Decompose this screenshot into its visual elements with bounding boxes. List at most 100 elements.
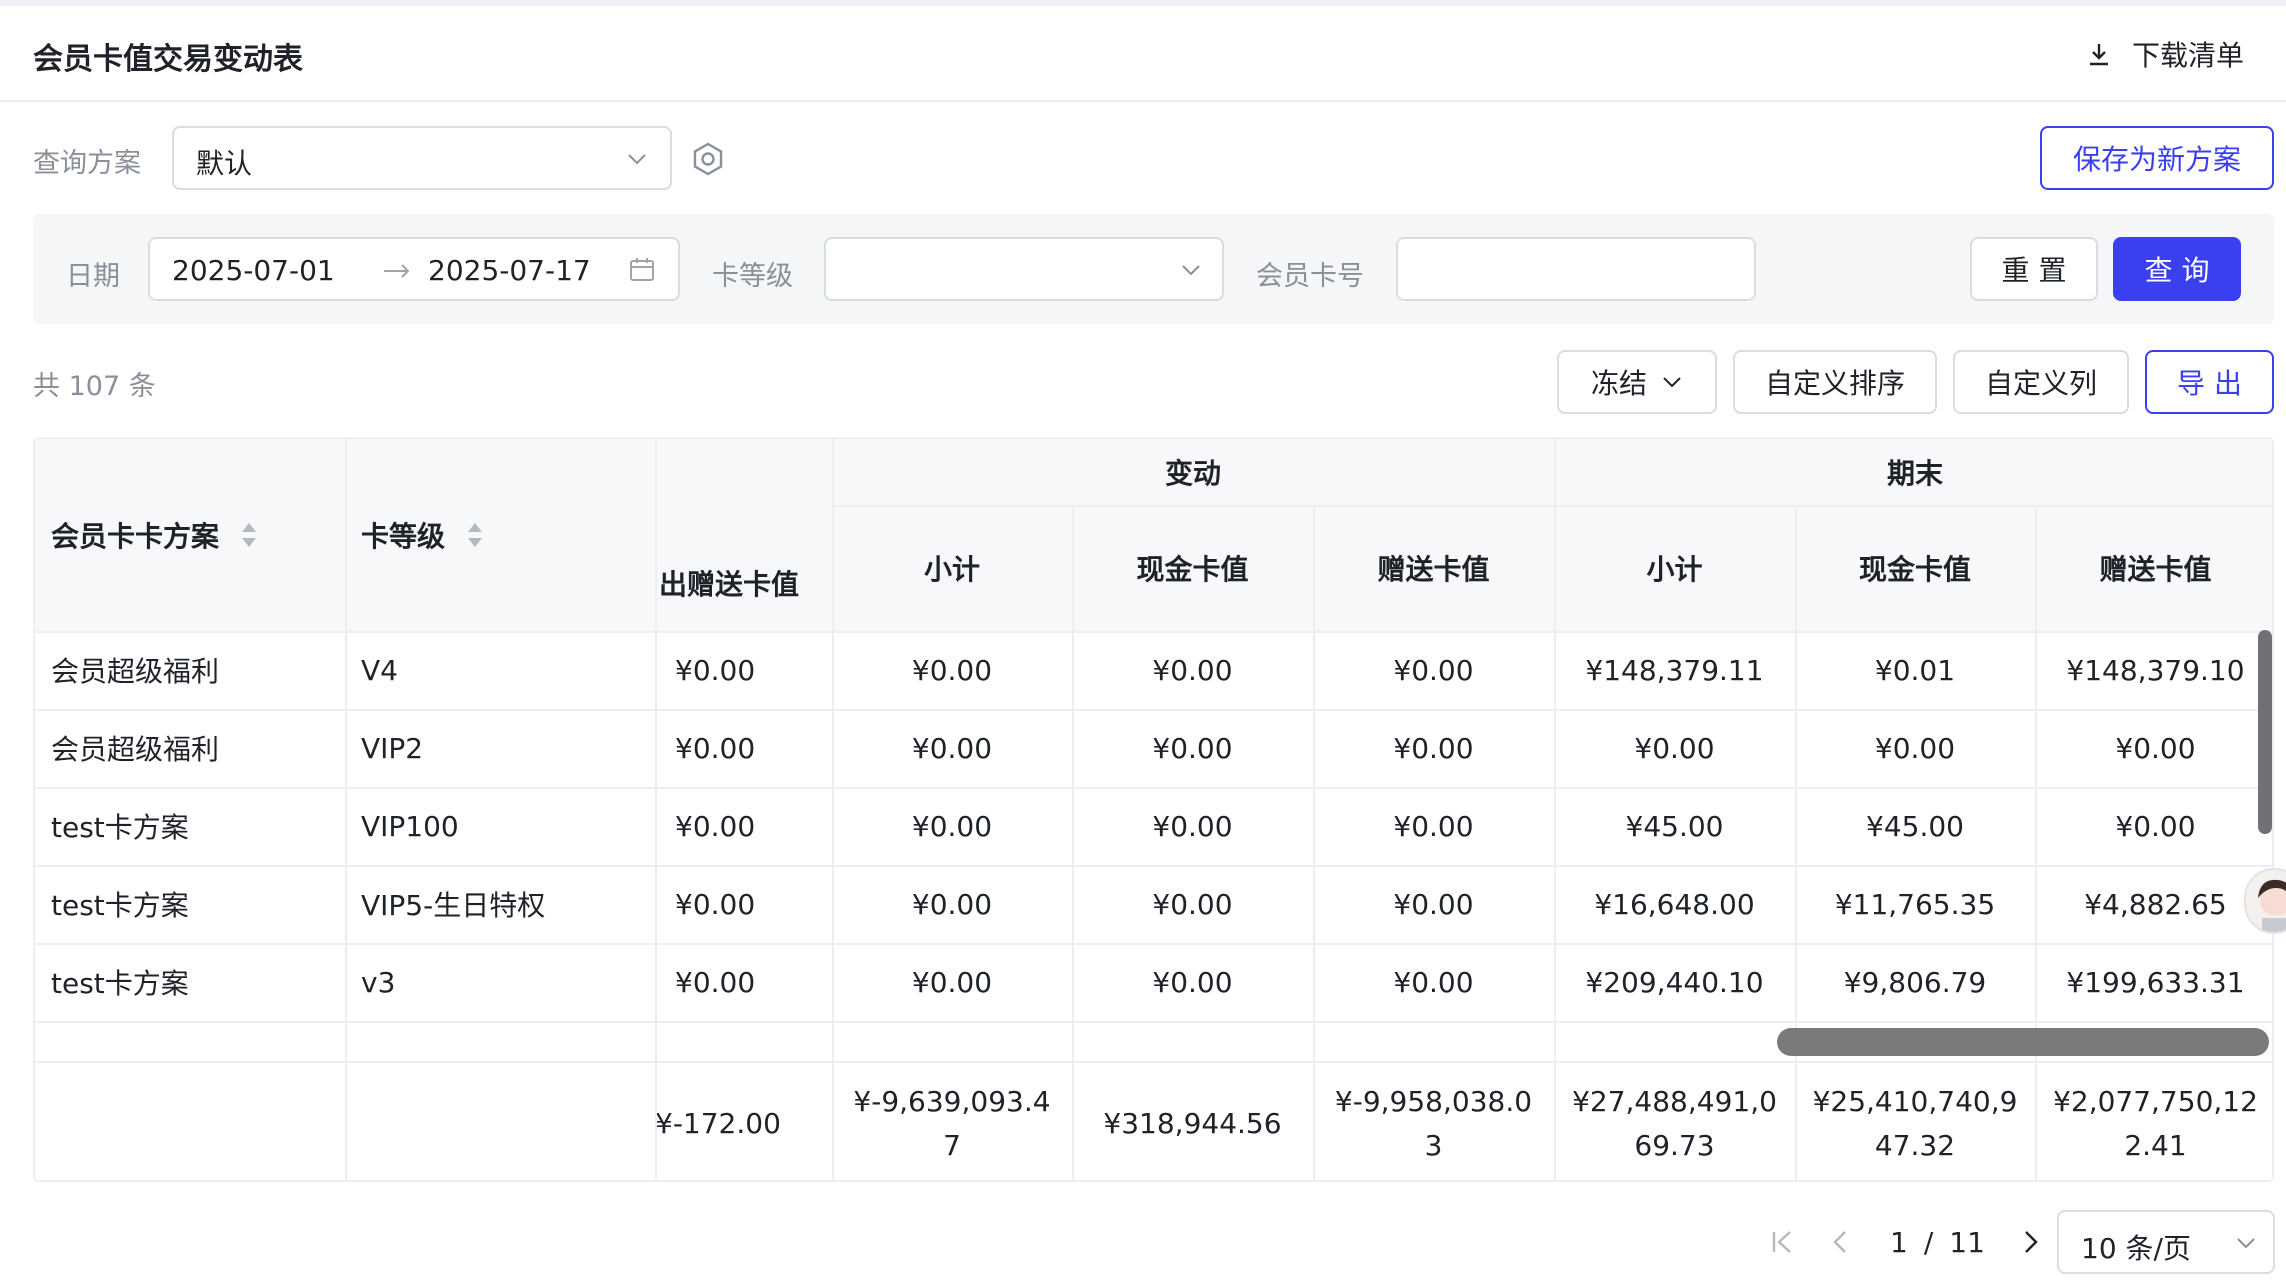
save-as-new-scheme-button[interactable]: 保存为新方案: [2040, 126, 2274, 190]
vertical-scrollbar[interactable]: [2258, 630, 2272, 834]
settings-icon[interactable]: [690, 141, 726, 177]
title-bar: 会员卡值交易变动表 下载清单: [0, 6, 2286, 102]
freeze-label: 冻结: [1590, 367, 1647, 400]
cell-end-cash: ¥0.00: [1874, 731, 1956, 765]
export-button[interactable]: 导 出: [2145, 350, 2274, 414]
col-header-change-gift: 赠送卡值: [1377, 553, 1490, 586]
date-start: 2025-07-01: [172, 254, 335, 287]
cell-change-subtotal: ¥0.00: [911, 887, 993, 921]
current-page[interactable]: 1: [1890, 1226, 1908, 1259]
summary-change-gift: ¥-9,958,038.03: [1334, 1084, 1533, 1162]
first-page-icon[interactable]: [1770, 1229, 1794, 1255]
cell-end-cash: ¥11,765.35: [1834, 887, 1996, 921]
card-level-label: 卡等级: [712, 261, 793, 292]
cell-card-level: VIP100: [361, 809, 459, 843]
summary-end-gift: ¥2,077,750,122.41: [2053, 1084, 2258, 1162]
cell-scheme: 会员超级福利: [51, 655, 220, 688]
cell-change-cash: ¥0.00: [1152, 809, 1233, 843]
total-count: 共 107 条: [33, 371, 156, 402]
card-number-label: 会员卡号: [1256, 261, 1364, 292]
scheme-select[interactable]: 默认: [172, 126, 672, 190]
col-header-change-subtotal: 小计: [923, 553, 980, 586]
card-number-input[interactable]: [1396, 237, 1756, 301]
cell-end-subtotal: ¥209,440.10: [1585, 965, 1764, 999]
card-level-select[interactable]: [824, 237, 1224, 301]
page-separator: /: [1923, 1225, 1934, 1259]
cell-change-cash: ¥0.00: [1152, 653, 1233, 687]
cell-change-subtotal: ¥0.00: [911, 809, 993, 843]
summary-change-cash: ¥318,944.56: [1103, 1106, 1282, 1140]
col-header-end-cash: 现金卡值: [1858, 553, 1971, 586]
summary-end-subtotal: ¥27,488,491,069.73: [1572, 1084, 1777, 1162]
cell-end-cash: ¥45.00: [1866, 809, 1964, 843]
summary-end-cash: ¥25,410,740,947.32: [1812, 1084, 2018, 1162]
next-page-icon[interactable]: [2021, 1229, 2041, 1255]
cell-end-cash: ¥0.01: [1874, 653, 1956, 687]
assistant-avatar-icon: [2258, 879, 2286, 932]
cell-scheme: test卡方案: [51, 811, 189, 844]
group-header-change: 变动: [1164, 457, 1221, 490]
calendar-icon: [630, 258, 654, 281]
download-list-button[interactable]: 下载清单: [2086, 34, 2244, 74]
cell-out-gift: ¥0.00: [675, 731, 756, 765]
cell-out-gift: ¥0.00: [675, 887, 756, 921]
sort-icon[interactable]: [241, 521, 257, 549]
summary-scheme: [51, 1063, 345, 1180]
cell-change-subtotal: ¥0.00: [911, 731, 993, 765]
download-icon: [2090, 44, 2108, 66]
cell-end-subtotal: ¥148,379.11: [1585, 653, 1764, 687]
chevron-down-icon: [1663, 377, 1681, 388]
cell-end-cash: ¥9,806.79: [1843, 965, 1987, 999]
page-size-select[interactable]: 10 条/页: [2057, 1210, 2275, 1274]
date-label: 日期: [66, 261, 120, 292]
cell-out-gift: ¥0.00: [675, 653, 756, 687]
data-table: 会员卡卡方案 卡等级 出赠送卡值 变动 期末 小计 现金卡值 赠送卡值 小计 现…: [33, 437, 2274, 1182]
date-end: 2025-07-17: [428, 254, 591, 287]
sort-icon[interactable]: [467, 521, 483, 549]
cell-out-gift: ¥0.00: [675, 965, 756, 999]
cell-scheme: test卡方案: [51, 967, 189, 1000]
query-button[interactable]: 查 询: [2113, 237, 2241, 301]
summary-out-gift: ¥-172.00: [655, 1106, 781, 1140]
col-header-scheme[interactable]: 会员卡卡方案: [51, 439, 341, 631]
group-header-end: 期末: [1886, 457, 1943, 490]
page-title: 会员卡值交易变动表: [33, 42, 303, 77]
cell-out-gift: ¥0.00: [675, 809, 756, 843]
cell-change-gift: ¥0.00: [1393, 887, 1474, 921]
cell-end-subtotal: ¥16,648.00: [1594, 887, 1755, 921]
cell-change-cash: ¥0.00: [1152, 731, 1233, 765]
cell-card-level: VIP2: [361, 731, 424, 765]
cell-end-subtotal: ¥45.00: [1625, 809, 1724, 843]
cell-end-gift: ¥199,633.31: [2066, 965, 2245, 999]
reset-button[interactable]: 重 置: [1970, 237, 2098, 301]
page-size-value: 10 条/页: [2081, 1232, 2191, 1265]
cell-change-gift: ¥0.00: [1393, 965, 1474, 999]
cell-scheme: test卡方案: [51, 889, 189, 922]
custom-columns-button[interactable]: 自定义列: [1953, 350, 2129, 414]
cell-change-gift: ¥0.00: [1393, 731, 1474, 765]
col-header-end-subtotal: 小计: [1646, 553, 1703, 586]
date-range-picker[interactable]: 2025-07-01 2025-07-17: [148, 237, 680, 301]
custom-sort-button[interactable]: 自定义排序: [1733, 350, 1937, 414]
scheme-label: 查询方案: [33, 148, 141, 179]
col-header-change-cash: 现金卡值: [1136, 553, 1249, 586]
prev-page-icon[interactable]: [1830, 1229, 1850, 1255]
cell-change-subtotal: ¥0.00: [911, 653, 993, 687]
col-header-card-level[interactable]: 卡等级: [361, 439, 651, 631]
cell-change-subtotal: ¥0.00: [911, 965, 993, 999]
cell-end-subtotal: ¥0.00: [1634, 731, 1715, 765]
cell-card-level: v3: [361, 965, 396, 999]
col-header-end-gift: 赠送卡值: [2099, 553, 2212, 586]
cell-change-gift: ¥0.00: [1393, 809, 1474, 843]
summary-card-level: [361, 1063, 655, 1180]
chevron-down-icon: [1182, 265, 1200, 276]
cell-end-gift: ¥4,882.65: [2084, 887, 2227, 921]
cell-end-gift: ¥0.00: [2115, 731, 2196, 765]
chevron-down-icon: [628, 154, 646, 165]
cell-end-gift: ¥148,379.10: [2066, 653, 2245, 687]
cell-scheme: 会员超级福利: [51, 733, 220, 766]
horizontal-scrollbar[interactable]: [1777, 1028, 2269, 1056]
summary-change-subtotal: ¥-9,639,093.47: [853, 1084, 1051, 1162]
freeze-button[interactable]: 冻结: [1557, 350, 1717, 414]
cell-card-level: V4: [361, 653, 398, 687]
